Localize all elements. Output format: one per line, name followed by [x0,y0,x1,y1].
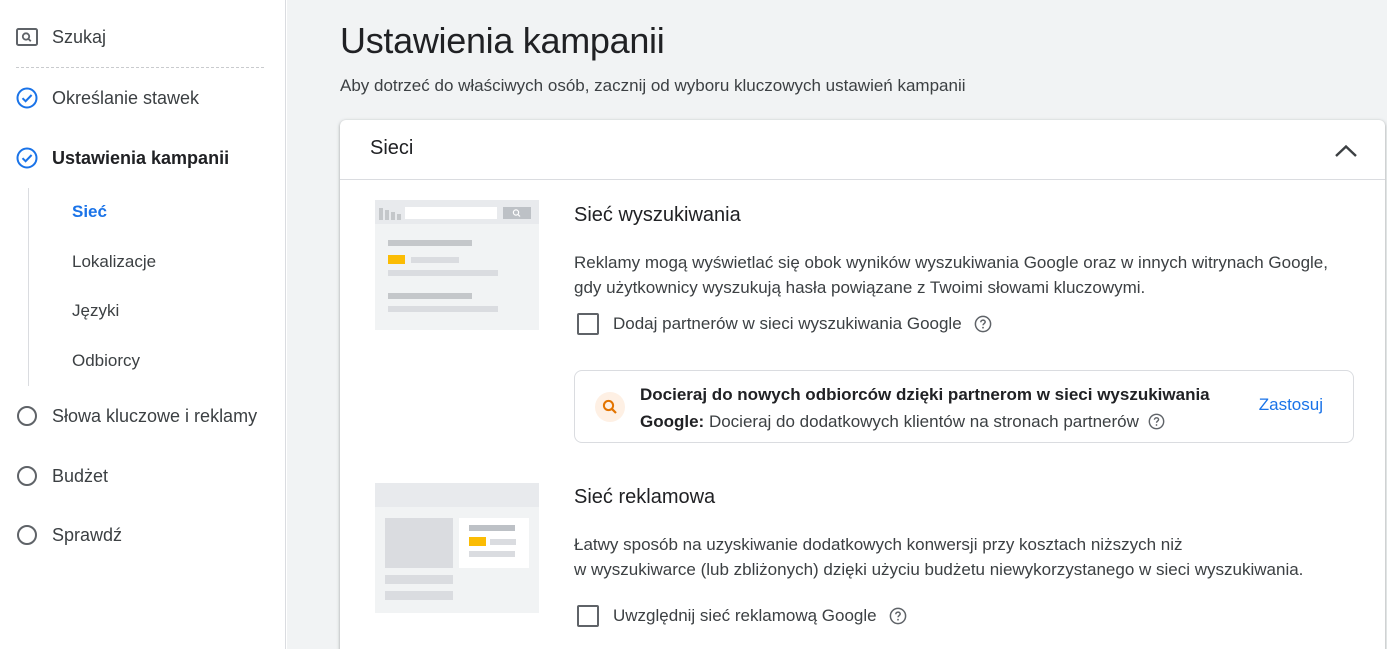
search-network-description: Reklamy mogą wyświetlać się obok wyników… [574,253,1328,297]
check-circle-icon [16,147,38,169]
substep-languages[interactable]: Języki [72,298,119,324]
substep-locations[interactable]: Lokalizacje [72,249,156,275]
display-network-description: Łatwy sposób na uzyskiwanie dodatkowych … [574,532,1344,582]
substep-network[interactable]: Sieć [72,199,107,225]
help-icon[interactable] [889,607,907,625]
empty-circle-icon [16,405,38,427]
card-header[interactable]: Sieci [340,120,1385,180]
main-content: Ustawienia kampanii Aby dotrzeć do właśc… [287,0,1387,649]
recommendation-text: Docieraj do nowych odbiorców dzięki part… [640,381,1240,435]
display-network-description-line: w wyszukiwarce (lub zbliżonych) dzięki u… [574,560,1304,579]
check-circle-icon [16,87,38,109]
help-icon[interactable] [974,315,992,333]
search-icon [595,392,625,422]
chevron-up-icon [1335,144,1357,157]
display-network-label[interactable]: Uwzględnij sieć reklamową Google [613,606,877,626]
sidebar-step-label: Sprawdź [52,524,123,545]
sidebar-step-bidding[interactable]: Określanie stawek [16,82,199,114]
sidebar: Szukaj Określanie stawek Ustawienia kamp… [0,0,286,649]
search-box-icon [16,26,38,48]
sidebar-step-keywords-ads[interactable]: Słowa kluczowe i reklamy [16,400,257,432]
sidebar-step-label: Budżet [52,465,109,486]
collapse-button[interactable] [1329,134,1363,168]
sidebar-step-review[interactable]: Sprawdź [16,519,122,551]
apply-button[interactable]: Zastosuj [1259,395,1323,415]
sidebar-step-campaign-settings[interactable]: Ustawienia kampanii [16,142,229,174]
sidebar-item-search[interactable]: Szukaj [16,21,106,53]
sidebar-step-label: Słowa kluczowe i reklamy [52,405,258,426]
networks-card: Sieci Sieć wyszukiwania Reklamy mogą wyś… [340,120,1385,649]
search-partners-recommendation: Docieraj do nowych odbiorców dzięki part… [574,370,1354,443]
sidebar-step-budget[interactable]: Budżet [16,460,108,492]
display-network-title: Sieć reklamowa [574,486,716,508]
page-title: Ustawienia kampanii [340,20,665,61]
sidebar-step-label: Ustawienia kampanii [52,147,230,168]
substep-line [28,188,29,386]
search-network-illustration [375,200,539,330]
display-network-description-line: Łatwy sposób na uzyskiwanie dodatkowych … [574,535,1183,554]
display-network-option: Uwzględnij sieć reklamową Google [577,605,907,627]
help-icon[interactable] [1148,413,1166,431]
search-partners-option: Dodaj partnerów w sieci wyszukiwania Goo… [577,313,992,335]
recommendation-body: Docieraj do dodatkowych klientów na stro… [708,412,1139,431]
search-partners-checkbox[interactable] [577,313,599,335]
sidebar-item-label: Szukaj [52,26,107,47]
sidebar-divider [16,67,264,68]
search-network-title: Sieć wyszukiwania [574,204,741,226]
search-partners-label[interactable]: Dodaj partnerów w sieci wyszukiwania Goo… [613,314,962,334]
display-network-illustration [375,483,539,613]
page-subtitle: Aby dotrzeć do właściwych osób, zacznij … [340,76,966,95]
sidebar-step-label: Określanie stawek [52,87,200,108]
substep-audiences[interactable]: Odbiorcy [72,348,140,374]
empty-circle-icon [16,524,38,546]
empty-circle-icon [16,465,38,487]
card-title: Sieci [370,137,414,159]
display-network-checkbox[interactable] [577,605,599,627]
